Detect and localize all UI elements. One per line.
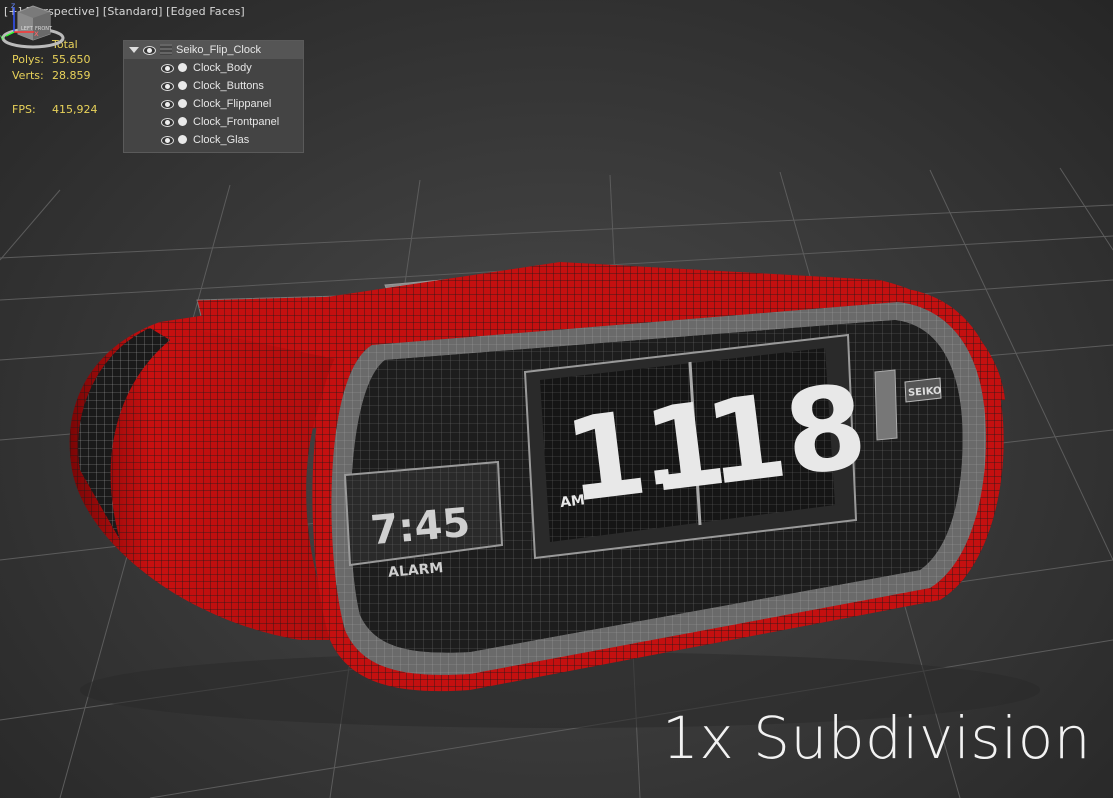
perspective-viewport[interactable]: 11 18 AM 7:45 ALARM SEIKO [+] [Perspecti… [0,0,1113,798]
visibility-eye-icon[interactable] [161,100,174,109]
object-dot-icon [178,117,187,126]
meridiem-label: AM [559,492,586,511]
scene-item-label[interactable]: Clock_Frontpanel [193,113,279,131]
scene-root-row[interactable]: Seiko_Flip_Clock [124,41,303,59]
visibility-eye-icon[interactable] [161,118,174,127]
scene-item-label[interactable]: Clock_Buttons [193,77,264,95]
visibility-eye-icon[interactable] [161,82,174,91]
axis-x-label: x [34,29,39,38]
brand-label: SEIKO [908,386,942,399]
scene-item-clock-buttons[interactable]: Clock_Buttons [124,77,303,95]
object-dot-icon [178,81,187,90]
hour-separator [654,468,670,485]
axis-tripod-icon: z x y [0,1,39,40]
verts-label: Verts: [12,69,44,82]
scene-item-label[interactable]: Clock_Body [193,59,252,77]
scene-item-clock-glas[interactable]: Clock_Glas [124,131,303,149]
polys-value: 55.650 [52,53,91,66]
fps-label: FPS: [12,103,36,116]
visibility-eye-icon[interactable] [143,46,156,55]
axis-y-label: y [0,33,5,40]
scene-item-label[interactable]: Clock_Flippanel [193,95,271,113]
scene-root-name[interactable]: Seiko_Flip_Clock [176,41,261,59]
axis-z-label: z [11,1,15,10]
visibility-eye-icon[interactable] [161,64,174,73]
expand-collapse-icon[interactable] [129,47,139,53]
minute-digits: 18 [698,360,873,513]
scene-item-clock-frontpanel[interactable]: Clock_Frontpanel [124,113,303,131]
scene-explorer-panel[interactable]: Seiko_Flip_Clock Clock_Body Clock_Button… [123,40,304,153]
viewport-shading-mode-menu[interactable]: [Edged Faces] [166,5,245,18]
viewport-statistics: Total Polys: 55.650 Verts: 28.859 FPS: 4… [12,38,112,118]
fps-value: 415,924 [52,103,98,116]
alarm-time: 7:45 [369,500,472,554]
visibility-eye-icon[interactable] [161,136,174,145]
polys-label: Polys: [12,53,44,66]
layer-stack-icon [160,44,172,55]
object-dot-icon [178,99,187,108]
viewport-shading-standard-menu[interactable]: [Standard] [103,5,163,18]
subdivision-caption: 1x Subdivision [661,704,1091,772]
object-dot-icon [178,63,187,72]
scene-item-label[interactable]: Clock_Glas [193,131,249,149]
scene-item-clock-flippanel[interactable]: Clock_Flippanel [124,95,303,113]
scene-item-clock-body[interactable]: Clock_Body [124,59,303,77]
object-dot-icon [178,135,187,144]
verts-value: 28.859 [52,69,91,82]
